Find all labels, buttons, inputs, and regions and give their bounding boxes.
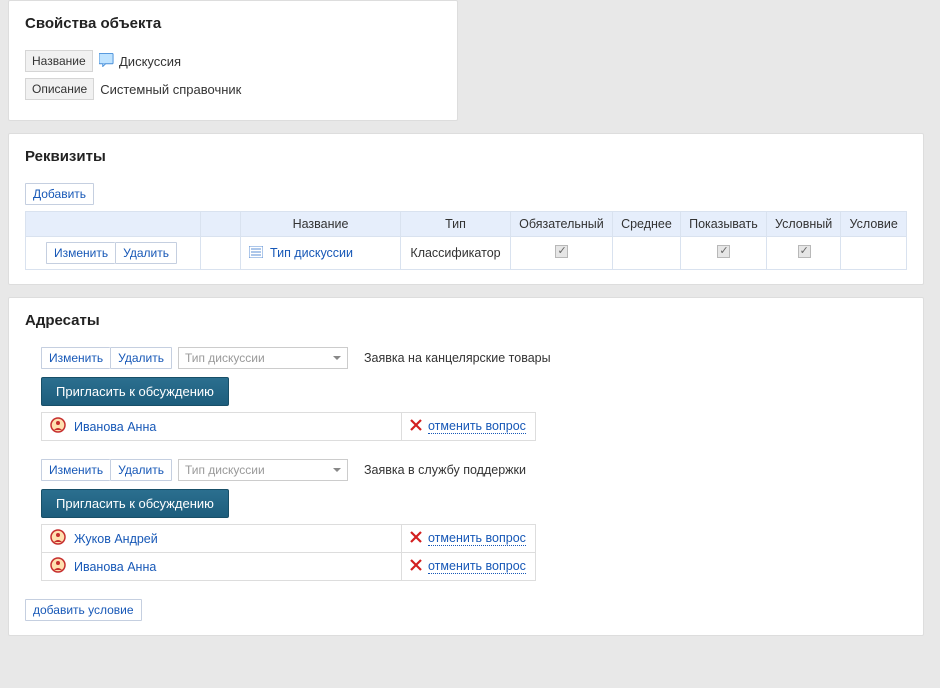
prop-value-desc: Системный справочник — [100, 82, 241, 97]
cancel-cell: отменить вопрос — [402, 553, 536, 581]
th-type: Тип — [401, 212, 511, 237]
cell-condition — [841, 237, 907, 270]
cell-required — [511, 237, 613, 270]
cancel-icon — [410, 419, 422, 434]
cell-name: Тип дискуссии — [241, 237, 401, 270]
participant-name[interactable]: Иванова Анна — [74, 420, 156, 434]
cell-actions: Изменить Удалить — [26, 237, 201, 270]
cell-blank — [201, 237, 241, 270]
participants-table: Иванова Анна отменить вопрос — [41, 412, 536, 441]
invite-button[interactable]: Пригласить к обсуждению — [41, 377, 229, 406]
addressee-block: Изменить Удалить Тип дискуссии Заявка на… — [41, 347, 907, 441]
addressee-block-header: Изменить Удалить Тип дискуссии Заявка на… — [41, 347, 907, 369]
cancel-cell: отменить вопрос — [402, 525, 536, 553]
cell-average — [612, 237, 680, 270]
cancel-question-link[interactable]: отменить вопрос — [428, 419, 526, 434]
cell-type: Классификатор — [401, 237, 511, 270]
prop-label-name: Название — [25, 50, 93, 72]
delete-button[interactable]: Удалить — [110, 459, 172, 481]
th-name: Название — [241, 212, 401, 237]
select-placeholder: Тип дискуссии — [185, 463, 265, 477]
show-checkbox — [717, 245, 730, 258]
participant-name[interactable]: Иванова Анна — [74, 560, 156, 574]
prop-label-desc: Описание — [25, 78, 94, 100]
cancel-question-link[interactable]: отменить вопрос — [428, 531, 526, 546]
discussion-icon — [99, 53, 114, 70]
prop-row-name: Название Дискуссия — [25, 50, 441, 72]
participant-row: Жуков Андрей отменить вопрос — [42, 525, 536, 553]
conditional-checkbox — [798, 245, 811, 258]
th-blank — [201, 212, 241, 237]
th-show: Показывать — [680, 212, 766, 237]
participant-row: Иванова Анна отменить вопрос — [42, 413, 536, 441]
participant-name[interactable]: Жуков Андрей — [74, 532, 158, 546]
participant-cell: Иванова Анна — [42, 553, 402, 581]
delete-button[interactable]: Удалить — [110, 347, 172, 369]
cancel-icon — [410, 531, 422, 546]
edit-button[interactable]: Изменить — [41, 459, 110, 481]
add-button[interactable]: Добавить — [25, 183, 94, 205]
panel-requisites: Реквизиты Добавить Название Тип Обязател… — [8, 133, 924, 285]
th-required: Обязательный — [511, 212, 613, 237]
panel-object-properties: Свойства объекта Название Дискуссия Опис… — [8, 0, 458, 121]
cancel-question-link[interactable]: отменить вопрос — [428, 559, 526, 574]
discussion-type-select[interactable]: Тип дискуссии — [178, 459, 348, 481]
cell-show — [680, 237, 766, 270]
cancel-cell: отменить вопрос — [402, 413, 536, 441]
avatar-icon — [50, 557, 66, 576]
th-condition: Условие — [841, 212, 907, 237]
invite-button[interactable]: Пригласить к обсуждению — [41, 489, 229, 518]
participant-cell: Жуков Андрей — [42, 525, 402, 553]
block-caption: Заявка в службу поддержки — [364, 463, 526, 477]
addressee-block-header: Изменить Удалить Тип дискуссии Заявка в … — [41, 459, 907, 481]
heading-properties: Свойства объекта — [25, 15, 441, 32]
delete-button[interactable]: Удалить — [115, 242, 177, 264]
heading-requisites: Реквизиты — [25, 148, 907, 165]
participant-cell: Иванова Анна — [42, 413, 402, 441]
edit-button[interactable]: Изменить — [46, 242, 115, 264]
prop-value-name-text: Дискуссия — [119, 54, 181, 69]
th-actions — [26, 212, 201, 237]
edit-button[interactable]: Изменить — [41, 347, 110, 369]
select-placeholder: Тип дискуссии — [185, 351, 265, 365]
add-condition-button[interactable]: добавить условие — [25, 599, 142, 621]
cancel-icon — [410, 559, 422, 574]
participant-row: Иванова Анна отменить вопрос — [42, 553, 536, 581]
th-average: Среднее — [612, 212, 680, 237]
required-checkbox — [555, 245, 568, 258]
panel-addressees: Адресаты Изменить Удалить Тип дискуссии … — [8, 297, 924, 636]
table-row: Изменить Удалить Тип дискуссии Классифик… — [26, 237, 907, 270]
prop-value-name: Дискуссия — [99, 53, 181, 70]
list-icon — [249, 246, 263, 261]
discussion-type-select[interactable]: Тип дискуссии — [178, 347, 348, 369]
th-conditional: Условный — [766, 212, 841, 237]
avatar-icon — [50, 417, 66, 436]
addressee-block: Изменить Удалить Тип дискуссии Заявка в … — [41, 459, 907, 581]
heading-addressees: Адресаты — [25, 312, 907, 329]
participants-table: Жуков Андрей отменить вопрос — [41, 524, 536, 581]
table-header-row: Название Тип Обязательный Среднее Показы… — [26, 212, 907, 237]
avatar-icon — [50, 529, 66, 548]
requisites-table: Название Тип Обязательный Среднее Показы… — [25, 211, 907, 270]
discussion-type-link[interactable]: Тип дискуссии — [270, 246, 353, 260]
cell-conditional — [766, 237, 841, 270]
prop-row-desc: Описание Системный справочник — [25, 78, 441, 100]
block-caption: Заявка на канцелярские товары — [364, 351, 551, 365]
